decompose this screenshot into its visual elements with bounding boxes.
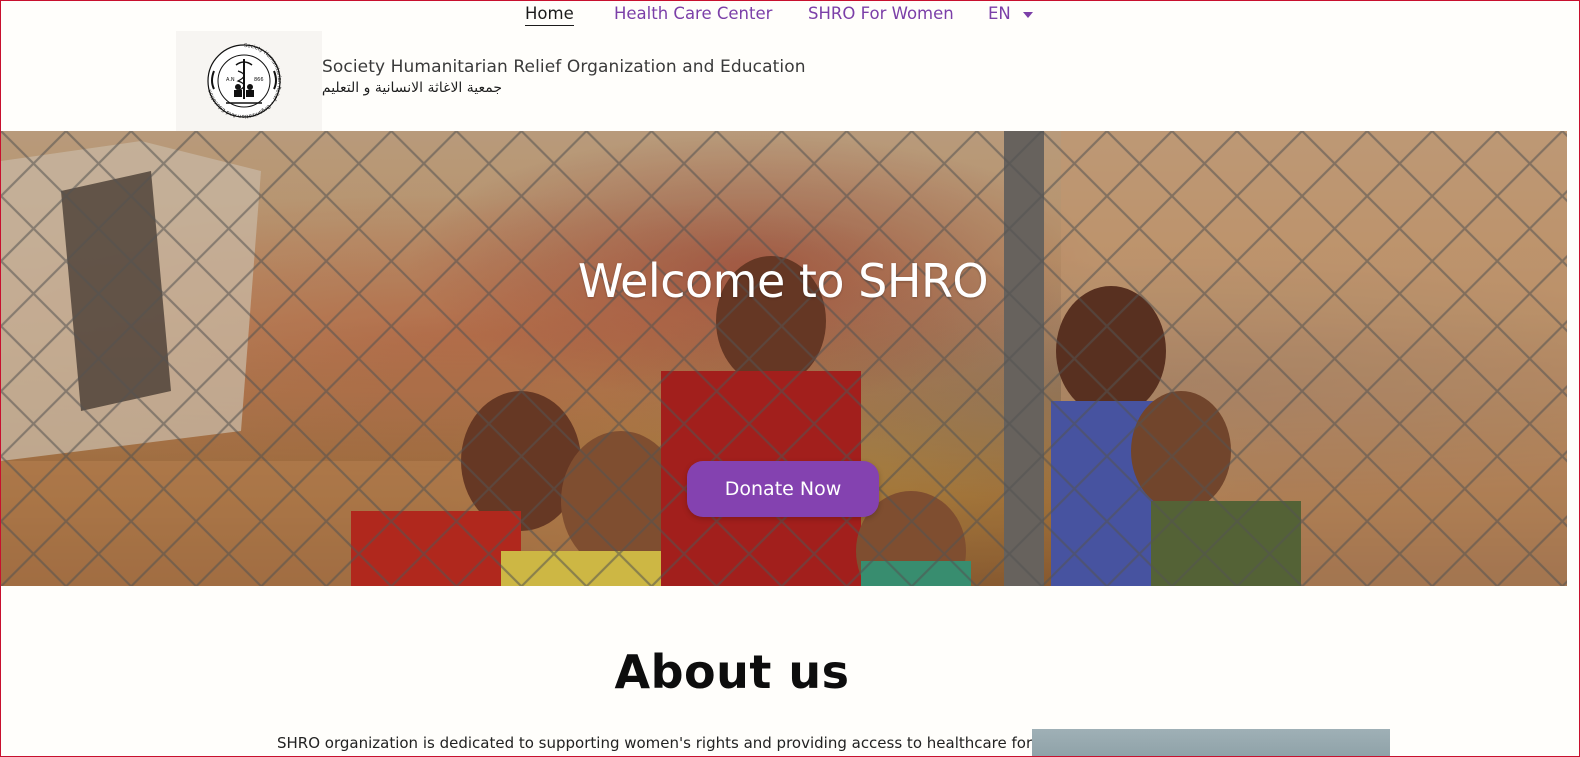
language-label: EN <box>988 4 1011 23</box>
top-nav: Home Health Care Center SHRO For Women E… <box>0 0 1580 30</box>
donate-now-button[interactable]: Donate Now <box>687 461 879 517</box>
nav-health-care-center[interactable]: Health Care Center <box>614 4 772 23</box>
caret-down-icon <box>1022 11 1033 18</box>
hero-overlay <box>1 131 1567 586</box>
nav-shro-for-women[interactable]: SHRO For Women <box>808 4 954 23</box>
hero-title: Welcome to SHRO <box>577 254 989 308</box>
logo-year-right: 866 <box>254 77 264 83</box>
hero-banner <box>1 131 1567 586</box>
org-name-english: Society Humanitarian Relief Organization… <box>322 57 806 77</box>
nav-home[interactable]: Home <box>525 4 574 26</box>
logo-emblem: A.N 866 Society Humanitarian Relief • Or… <box>207 43 282 119</box>
logo-year-left: A.N <box>226 77 235 83</box>
about-text: SHRO organization is dedicated to suppor… <box>277 734 1033 752</box>
about-title: About us <box>614 645 850 699</box>
org-name-arabic: جمعية الاغاثة الانسانية و التعليم <box>321 80 502 96</box>
language-selector[interactable]: EN <box>988 4 1033 23</box>
org-logo[interactable]: A.N 866 Society Humanitarian Relief • Or… <box>176 31 322 131</box>
about-image <box>1032 729 1390 757</box>
